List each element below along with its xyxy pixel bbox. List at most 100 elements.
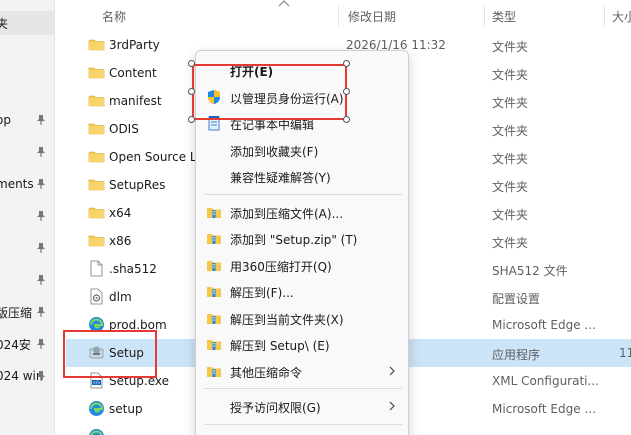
file-type: XML Configurati...	[492, 374, 599, 388]
folder-icon	[88, 176, 105, 193]
file-type: Microsoft Edge ...	[492, 402, 596, 416]
archive-icon	[206, 310, 222, 326]
sort-up-icon	[278, 0, 290, 7]
document-icon	[88, 260, 105, 277]
pin-icon	[36, 146, 46, 158]
column-modified[interactable]: 修改日期	[348, 8, 396, 25]
navigation-pane: 夹 op ments 版压缩 024安 024 win	[0, 0, 55, 435]
nav-item[interactable]: 024安	[0, 332, 54, 356]
file-name: setup	[109, 402, 143, 416]
nav-item[interactable]: 版压缩	[0, 300, 54, 324]
file-name: Setup.exe	[109, 374, 170, 388]
context-menu-item[interactable]: 用360压缩打开(Q)	[202, 252, 404, 278]
nav-item[interactable]	[0, 204, 54, 228]
file-type: SHA512 文件	[492, 264, 568, 278]
context-menu-item[interactable]: 上传到百度网盘	[202, 429, 404, 435]
folder-icon	[88, 148, 105, 165]
file-type: 文件夹	[492, 208, 529, 222]
uac-shield-icon	[206, 89, 222, 105]
nav-item[interactable]: ments	[0, 172, 54, 196]
column-header: 名称 修改日期 类型 大小	[66, 0, 631, 31]
context-menu-item-label: 添加到收藏夹(F)	[230, 144, 319, 159]
context-menu: 打开(E) 以管理员身份运行(A) 在记事本中编辑添加到收藏夹(F) 兼容性疑难解答(…	[195, 50, 409, 435]
pin-icon	[36, 210, 46, 222]
column-name[interactable]: 名称	[102, 8, 126, 25]
file-name: x86	[109, 234, 132, 248]
selection-handle	[188, 116, 195, 123]
file-type: Microsoft Edge ...	[492, 318, 596, 332]
selection-handle	[188, 60, 195, 67]
file-type: 配置设置	[492, 292, 541, 306]
chevron-right-icon	[388, 399, 396, 413]
column-type[interactable]: 类型	[492, 8, 516, 25]
context-menu-item[interactable]: 解压到 Setup\ (E)	[202, 331, 404, 357]
context-menu-item-label: 解压到当前文件夹(X)	[230, 312, 344, 327]
nav-item[interactable]: 024 win	[0, 364, 54, 388]
file-type: 文件夹	[492, 152, 529, 166]
context-menu-item[interactable]: 添加到收藏夹(F)	[202, 137, 404, 163]
file-name: Open Source L	[109, 150, 197, 164]
file-type: 文件夹	[492, 236, 529, 250]
file-name: 3rdParty	[109, 38, 160, 52]
column-size[interactable]: 大小	[612, 8, 631, 25]
context-menu-item-label: 授予访问权限(G)	[230, 401, 321, 415]
folder-icon	[88, 204, 105, 221]
edge-icon	[88, 428, 105, 435]
context-menu-item[interactable]: 解压到当前文件夹(X)	[202, 305, 404, 331]
pin-icon	[36, 114, 46, 126]
column-divider[interactable]	[484, 6, 485, 26]
context-menu-item-label: 兼容性疑难解答(Y)	[230, 171, 331, 185]
svg-text:</>: </>	[92, 380, 100, 385]
context-menu-item-label: 打开(E)	[230, 65, 274, 79]
file-type: 文件夹	[492, 124, 529, 138]
folder-icon	[88, 64, 105, 81]
context-menu-item[interactable]: 添加到压缩文件(A)...	[202, 199, 404, 225]
context-menu-item[interactable]: 解压到(F)...	[202, 278, 404, 304]
selection-handle	[343, 60, 350, 67]
archive-icon	[206, 283, 222, 299]
selection-handle	[188, 88, 195, 95]
nav-item[interactable]	[0, 268, 54, 292]
file-name: x64	[109, 206, 132, 220]
file-name: prod.bom	[109, 318, 167, 332]
nav-item[interactable]: 夹	[0, 11, 54, 35]
context-menu-item-label: 添加到压缩文件(A)...	[230, 206, 344, 221]
nav-item[interactable]	[0, 236, 54, 260]
context-menu-item[interactable]: 打开(E)	[202, 57, 404, 83]
context-menu-item-label: 添加到 "Setup.zip" (T)	[230, 233, 358, 247]
edge-icon	[88, 316, 105, 333]
file-size: 11	[619, 346, 631, 360]
folder-icon	[88, 36, 105, 53]
menu-separator	[204, 388, 402, 389]
archive-icon	[206, 363, 222, 379]
context-menu-item-label: 其他压缩命令	[230, 365, 303, 380]
file-type: 文件夹	[492, 180, 529, 194]
column-divider[interactable]	[338, 6, 339, 26]
column-divider[interactable]	[604, 6, 605, 26]
file-type: 文件夹	[492, 40, 529, 54]
menu-separator	[204, 193, 402, 195]
menu-separator	[204, 423, 402, 425]
folder-icon	[88, 232, 105, 249]
archive-icon	[206, 257, 222, 273]
file-type: 应用程序	[492, 348, 541, 362]
context-menu-item[interactable]: 添加到 "Setup.zip" (T)	[202, 225, 404, 251]
nav-item[interactable]	[0, 140, 54, 164]
context-menu-item[interactable]: 兼容性疑难解答(Y)	[202, 163, 404, 189]
pin-icon	[36, 370, 46, 382]
pin-icon	[36, 274, 46, 286]
file-type: 文件夹	[492, 96, 529, 110]
pin-icon	[36, 306, 46, 318]
xml-file-icon: </>	[88, 372, 105, 389]
pin-icon	[36, 338, 46, 350]
context-menu-item[interactable]: 其他压缩命令	[202, 358, 404, 384]
nav-item[interactable]: op	[0, 108, 54, 132]
context-menu-item[interactable]: 在记事本中编辑	[202, 110, 404, 136]
context-menu-item-label: 以管理员身份运行(A)	[230, 91, 344, 106]
file-name: SetupRes	[109, 178, 166, 192]
nav-item-label: op	[0, 113, 11, 127]
context-menu-item[interactable]: 授予访问权限(G)	[202, 393, 404, 419]
context-menu-item[interactable]: 以管理员身份运行(A)	[202, 84, 404, 110]
nav-item-label: 夹	[0, 15, 8, 32]
context-menu-item-label: 解压到 Setup\ (E)	[230, 339, 330, 353]
